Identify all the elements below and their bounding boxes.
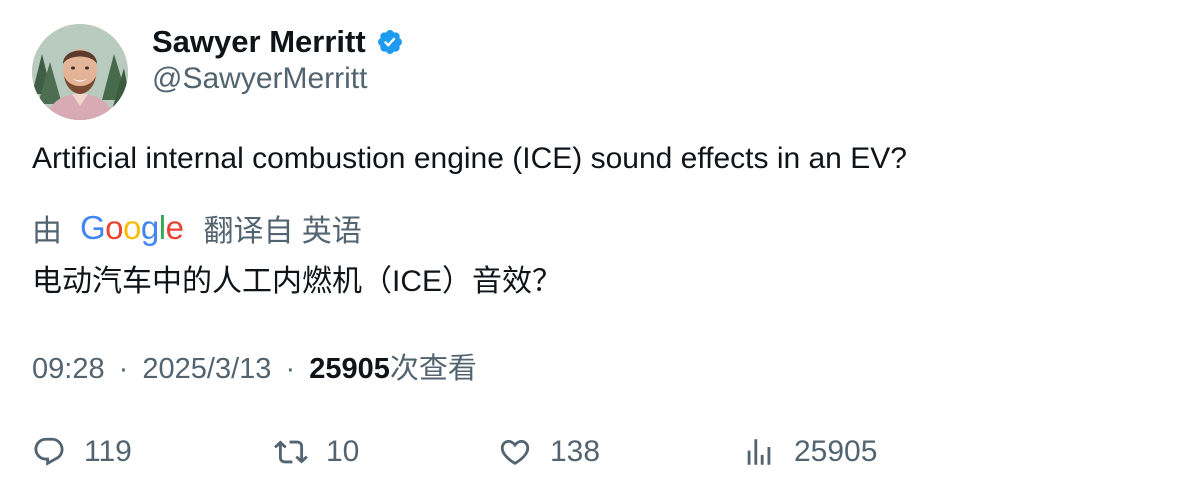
tweet-text: Artificial internal combustion engine (I… bbox=[32, 142, 907, 175]
heart-icon bbox=[498, 435, 532, 469]
reply-count: 119 bbox=[84, 435, 132, 468]
like-count: 138 bbox=[550, 435, 601, 468]
like-button[interactable]: 138 bbox=[498, 428, 600, 476]
avatar-image bbox=[32, 24, 128, 120]
tweet-time[interactable]: 09:28 bbox=[32, 353, 105, 385]
avatar[interactable] bbox=[32, 24, 128, 120]
tweet-date[interactable]: 2025/3/13 bbox=[142, 353, 271, 385]
speech-bubble-icon bbox=[32, 435, 66, 469]
views-button[interactable]: 25905 bbox=[742, 428, 877, 476]
retweet-count: 10 bbox=[326, 435, 360, 468]
verified-badge-icon bbox=[376, 28, 404, 56]
author-name[interactable]: Sawyer Merritt bbox=[152, 24, 366, 60]
retweet-button[interactable]: 10 bbox=[274, 428, 359, 476]
author-name-row: Sawyer Merritt bbox=[152, 22, 404, 62]
author-handle[interactable]: @SawyerMerritt bbox=[152, 62, 367, 96]
tweet-meta: 09:28 · 2025/3/13 · 25905次查看 bbox=[32, 345, 477, 387]
google-logo[interactable]: Google bbox=[80, 209, 184, 247]
translation-attribution: 由 Google 翻译自 英语 bbox=[32, 206, 362, 250]
translated-from-language[interactable]: 翻译自 英语 bbox=[203, 206, 361, 250]
views-label: 次查看 bbox=[389, 353, 477, 385]
meta-separator: · bbox=[285, 353, 296, 385]
reply-button[interactable]: 119 bbox=[32, 428, 132, 476]
tweet-actions: 119 10 138 25905 bbox=[0, 428, 1196, 476]
bar-chart-icon bbox=[742, 435, 776, 469]
views-count: 25905 bbox=[309, 353, 390, 385]
retweet-arrows-icon bbox=[274, 435, 308, 469]
views-action-count: 25905 bbox=[794, 435, 878, 468]
tweet-card: Sawyer Merritt @SawyerMerritt Artificial… bbox=[0, 0, 1196, 498]
translated-by-label: 由 bbox=[32, 215, 62, 248]
translated-tweet-text: 电动汽车中的人工内燃机（ICE）音效？ bbox=[32, 265, 563, 298]
meta-separator: · bbox=[118, 353, 129, 385]
